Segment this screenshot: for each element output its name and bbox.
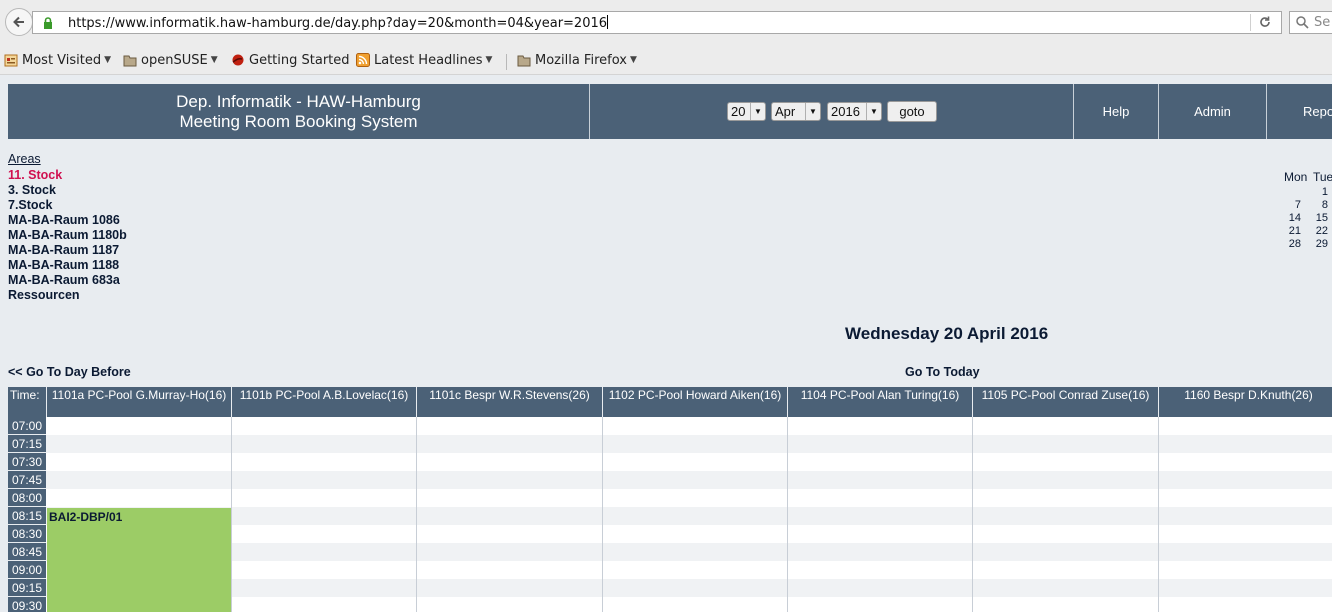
time-cell: 07:15 bbox=[8, 435, 46, 453]
time-row[interactable]: 07:15 bbox=[8, 435, 1332, 453]
back-button[interactable] bbox=[5, 8, 33, 36]
area-item[interactable]: MA-BA-Raum 683a bbox=[8, 273, 127, 288]
time-cell: 09:30 bbox=[8, 597, 46, 612]
time-cell: 07:30 bbox=[8, 453, 46, 471]
column-divider bbox=[602, 417, 603, 612]
room-header[interactable]: 1101a PC-Pool G.Murray-Ho(16) bbox=[47, 387, 232, 417]
time-cell: 08:15 bbox=[8, 507, 46, 525]
chevron-down-icon: ▼ bbox=[210, 55, 218, 65]
room-header[interactable]: 1104 PC-Pool Alan Turing(16) bbox=[788, 387, 973, 417]
search-input[interactable]: Se bbox=[1289, 11, 1332, 34]
calendar-day[interactable]: 15 bbox=[1306, 212, 1328, 224]
site-title: Dep. Informatik - HAW-Hamburg Meeting Ro… bbox=[8, 84, 590, 139]
day-select[interactable]: 20 ▼ bbox=[727, 102, 766, 121]
room-header[interactable]: 1160 Bespr D.Knuth(26) bbox=[1159, 387, 1332, 417]
time-cell: 09:15 bbox=[8, 579, 46, 597]
lock-icon bbox=[44, 17, 52, 29]
chevron-down-icon: ▼ bbox=[485, 55, 493, 65]
area-item[interactable]: MA-BA-Raum 1086 bbox=[8, 213, 127, 228]
month-select[interactable]: Apr ▼ bbox=[771, 102, 821, 121]
firefox-icon bbox=[232, 54, 244, 66]
areas-list: Areas 11. Stock 3. Stock 7.Stock MA-BA-R… bbox=[8, 152, 127, 303]
calendar-day[interactable]: 8 bbox=[1306, 199, 1328, 211]
time-row[interactable]: 07:30 bbox=[8, 453, 1332, 471]
area-item[interactable]: 3. Stock bbox=[8, 183, 127, 198]
time-header: Time: bbox=[8, 387, 47, 417]
time-cell: 07:00 bbox=[8, 417, 46, 435]
bookmark-separator bbox=[506, 54, 507, 70]
search-placeholder: Se bbox=[1314, 15, 1331, 30]
area-item[interactable]: MA-BA-Raum 1188 bbox=[8, 258, 127, 273]
folder-icon bbox=[123, 55, 137, 67]
search-icon bbox=[1296, 16, 1309, 29]
calendar-day[interactable]: 1 bbox=[1306, 186, 1328, 198]
calendar-day[interactable]: 22 bbox=[1306, 225, 1328, 237]
admin-link[interactable]: Admin bbox=[1159, 84, 1267, 139]
weekday-header: Mon bbox=[1284, 170, 1308, 184]
calendar-day[interactable]: 7 bbox=[1279, 199, 1301, 211]
weekday-header: Tue bbox=[1313, 170, 1332, 184]
bookmark-opensuse[interactable]: openSUSE ▼ bbox=[123, 51, 218, 69]
chevron-down-icon: ▼ bbox=[866, 103, 881, 120]
url-text: https://www.informatik.haw-hamburg.de/da… bbox=[68, 15, 609, 31]
browser-toolbar: https://www.informatik.haw-hamburg.de/da… bbox=[0, 0, 1332, 46]
area-item[interactable]: 7.Stock bbox=[8, 198, 127, 213]
rss-icon bbox=[356, 53, 370, 67]
time-row[interactable]: 08:00 bbox=[8, 489, 1332, 507]
chevron-down-icon: ▼ bbox=[104, 55, 112, 65]
reload-button[interactable] bbox=[1250, 14, 1277, 31]
bookmark-mozilla-firefox[interactable]: Mozilla Firefox ▼ bbox=[517, 51, 637, 69]
prev-day-link[interactable]: << Go To Day Before bbox=[8, 365, 131, 379]
area-item[interactable]: Ressourcen bbox=[8, 288, 127, 303]
year-select[interactable]: 2016 ▼ bbox=[827, 102, 882, 121]
area-item[interactable]: MA-BA-Raum 1180b bbox=[8, 228, 127, 243]
time-cell: 08:45 bbox=[8, 543, 46, 561]
area-item[interactable]: 11. Stock bbox=[8, 168, 127, 183]
help-link[interactable]: Help bbox=[1074, 84, 1159, 139]
folder-icon bbox=[517, 55, 531, 67]
areas-heading[interactable]: Areas bbox=[8, 152, 127, 167]
reload-icon bbox=[1260, 16, 1270, 27]
column-divider bbox=[1158, 417, 1159, 612]
day-title: Wednesday 20 April 2016 bbox=[845, 324, 1049, 343]
calendar-day[interactable]: 28 bbox=[1279, 238, 1301, 250]
most-visited-icon bbox=[4, 54, 18, 67]
time-row[interactable]: 07:45 bbox=[8, 471, 1332, 489]
chevron-down-icon: ▼ bbox=[629, 55, 637, 65]
url-bar[interactable]: https://www.informatik.haw-hamburg.de/da… bbox=[32, 11, 1282, 34]
booking-grid: Time: 1101a PC-Pool G.Murray-Ho(16) 1101… bbox=[8, 387, 1332, 612]
bookmark-latest-headlines[interactable]: Latest Headlines ▼ bbox=[356, 51, 492, 69]
time-row[interactable]: 07:00 bbox=[8, 417, 1332, 435]
back-arrow-icon bbox=[13, 16, 24, 28]
calendar-day[interactable]: 14 bbox=[1279, 212, 1301, 224]
time-cell: 07:45 bbox=[8, 471, 46, 489]
booking-entry[interactable]: BAI2-DBP/01 bbox=[47, 508, 231, 612]
column-divider bbox=[416, 417, 417, 612]
calendar-day[interactable]: 29 bbox=[1306, 238, 1328, 250]
bookmark-most-visited[interactable]: Most Visited ▼ bbox=[4, 51, 111, 69]
site-header: Dep. Informatik - HAW-Hamburg Meeting Ro… bbox=[8, 84, 1332, 139]
chevron-down-icon: ▼ bbox=[750, 103, 765, 120]
bookmarks-toolbar: Most Visited ▼ openSUSE ▼ Getting Started … bbox=[0, 46, 1332, 75]
room-header[interactable]: 1102 PC-Pool Howard Aiken(16) bbox=[603, 387, 788, 417]
time-cell: 08:30 bbox=[8, 525, 46, 543]
goto-button[interactable]: goto bbox=[887, 101, 937, 122]
column-divider bbox=[787, 417, 788, 612]
chevron-down-icon: ▼ bbox=[805, 103, 820, 120]
room-header[interactable]: 1105 PC-Pool Conrad Zuse(16) bbox=[973, 387, 1159, 417]
calendar-day[interactable]: 21 bbox=[1279, 225, 1301, 237]
column-divider bbox=[972, 417, 973, 612]
column-divider bbox=[231, 417, 232, 612]
area-item[interactable]: MA-BA-Raum 1187 bbox=[8, 243, 127, 258]
bookmark-getting-started[interactable]: Getting Started bbox=[231, 51, 350, 69]
time-cell: 09:00 bbox=[8, 561, 46, 579]
room-header[interactable]: 1101b PC-Pool A.B.Lovelac(16) bbox=[232, 387, 417, 417]
report-link[interactable]: Repo bbox=[1267, 84, 1332, 139]
time-cell: 08:00 bbox=[8, 489, 46, 507]
room-header[interactable]: 1101c Bespr W.R.Stevens(26) bbox=[417, 387, 603, 417]
today-link[interactable]: Go To Today bbox=[905, 365, 980, 379]
date-picker: 20 ▼ Apr ▼ 2016 ▼ goto bbox=[590, 84, 1074, 139]
